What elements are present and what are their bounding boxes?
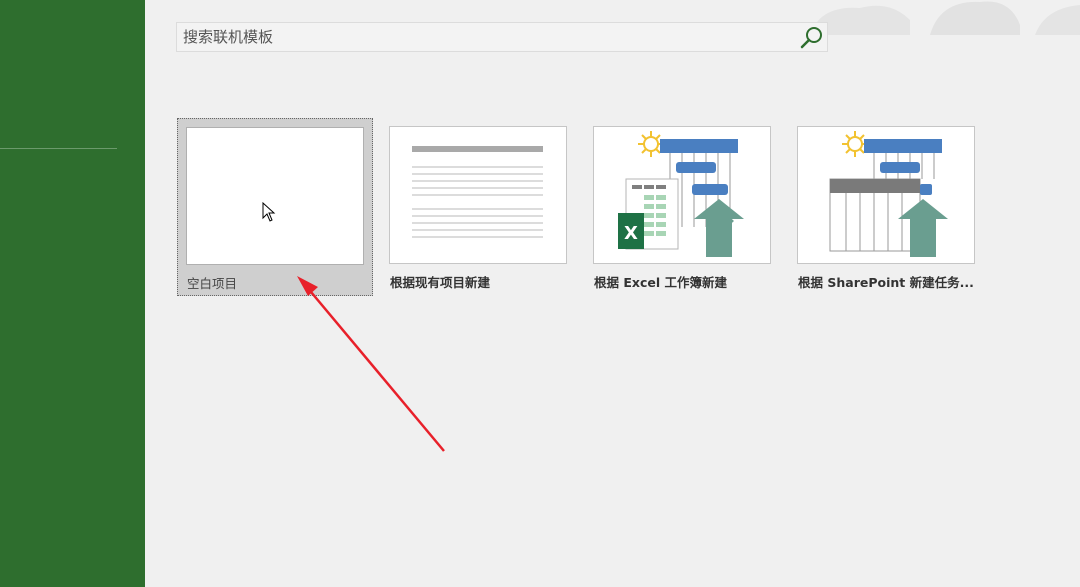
blank-project-thumbnail (186, 127, 364, 265)
search-templates-box (176, 22, 828, 52)
template-label: 根据现有项目新建 (390, 275, 491, 290)
template-from-existing-project[interactable]: 根据现有项目新建 (381, 118, 577, 296)
template-from-excel-workbook[interactable]: X 根据 Excel 工作簿新建 (585, 118, 781, 296)
search-button[interactable] (797, 23, 827, 51)
template-from-sharepoint-task-list[interactable]: 根据 SharePoint 新建任务... (789, 118, 985, 296)
left-navigation-pane (0, 0, 145, 587)
sharepoint-thumbnail (797, 126, 975, 264)
sidebar-divider (0, 148, 117, 149)
template-label: 空白项目 (187, 276, 238, 291)
svg-text:X: X (624, 223, 638, 244)
document-lines-icon (412, 146, 543, 238)
mouse-pointer-icon (262, 202, 276, 222)
sharepoint-gantt-icon (829, 131, 948, 257)
excel-workbook-thumbnail: X (593, 126, 771, 264)
search-input[interactable] (177, 23, 809, 51)
template-label: 根据 SharePoint 新建任务... (798, 275, 974, 290)
excel-gantt-icon: X (618, 131, 744, 257)
template-label: 根据 Excel 工作簿新建 (594, 275, 727, 290)
search-icon (800, 27, 822, 49)
existing-project-thumbnail (389, 126, 567, 264)
